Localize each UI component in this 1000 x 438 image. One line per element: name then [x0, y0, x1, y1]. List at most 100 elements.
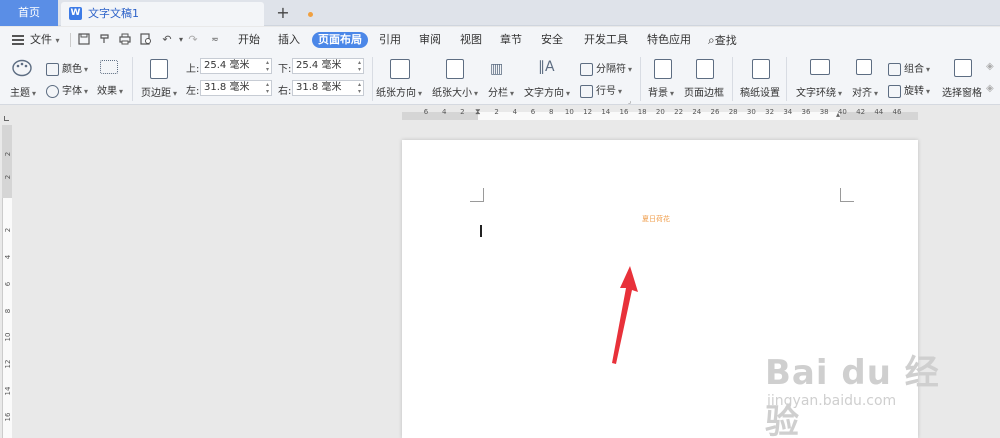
- indent-marker-icon[interactable]: ⧗: [475, 107, 481, 117]
- effect-icon: [100, 60, 118, 74]
- left-margin-field[interactable]: 31.8 毫米 ▴ ▾: [200, 80, 272, 96]
- ruler-tick-label: 38: [819, 108, 829, 116]
- ruler-corner-icon: [4, 116, 9, 121]
- menu-view[interactable]: 视图: [460, 27, 482, 53]
- orientation-button[interactable]: 纸张方向 ▾: [376, 84, 422, 99]
- tab-home[interactable]: 首页: [0, 0, 58, 26]
- menu-developer[interactable]: 开发工具: [584, 27, 628, 53]
- font-button[interactable]: 字体 ▾: [46, 82, 88, 98]
- text-direction-button[interactable]: 文字方向 ▾: [524, 84, 570, 99]
- tab-document-label: 文字文稿1: [88, 7, 139, 20]
- ruler-tick-label: 10: [4, 332, 12, 342]
- left-margin-label: 左:: [186, 86, 200, 97]
- menu-bar: 文件 ▾ ↶ ▾ ↷ ≂ 开始 插入 页面布局 引用 审阅 视图 章节 安全 开…: [0, 27, 1000, 53]
- menu-security[interactable]: 安全: [541, 27, 563, 53]
- line-number-button[interactable]: 行号 ▾: [580, 82, 622, 98]
- ruler-tick-label: 44: [874, 108, 884, 116]
- select-pane-button[interactable]: 选择窗格: [942, 84, 982, 99]
- ruler-tick-label: 2: [4, 151, 12, 157]
- break-icon: [580, 62, 593, 76]
- margin-icon[interactable]: [150, 59, 168, 79]
- customize-toolbar-icon[interactable]: ≂: [208, 33, 222, 47]
- print-preview-icon[interactable]: [139, 33, 153, 47]
- page-border-icon[interactable]: [696, 59, 714, 79]
- theme-button[interactable]: [12, 59, 32, 80]
- more-icon-2[interactable]: ◈: [986, 83, 994, 94]
- format-painter-icon[interactable]: [98, 33, 112, 47]
- bottom-margin-field[interactable]: 25.4 毫米 ▴ ▾: [292, 58, 364, 74]
- paper-size-button[interactable]: 纸张大小 ▾: [432, 84, 478, 99]
- bottom-margin-label: 下:: [278, 64, 292, 75]
- dialog-launcher-icon[interactable]: ⌟: [628, 97, 631, 105]
- orientation-icon[interactable]: [390, 59, 410, 79]
- ruler-tick-label: 10: [564, 108, 574, 116]
- ruler-tick-label: 14: [601, 108, 611, 116]
- menu-icon[interactable]: [12, 35, 24, 45]
- align-icon[interactable]: [856, 59, 872, 75]
- ruler-tick-label: 16: [4, 412, 12, 422]
- ruler-tick-label: 14: [4, 386, 12, 396]
- paper-size-icon[interactable]: [446, 59, 464, 79]
- palette-icon: [12, 59, 32, 77]
- save-icon[interactable]: [77, 33, 91, 47]
- select-pane-icon[interactable]: [954, 59, 972, 77]
- align-button[interactable]: 对齐 ▾: [852, 84, 878, 99]
- undo-icon[interactable]: ↶: [160, 33, 174, 47]
- menu-start[interactable]: 开始: [238, 27, 260, 53]
- grid-paper-button[interactable]: 稿纸设置: [740, 84, 780, 99]
- search-button[interactable]: ⌕查找: [708, 27, 737, 53]
- right-margin-label: 右:: [278, 86, 292, 97]
- menu-chapter[interactable]: 章节: [500, 27, 522, 53]
- top-margin-label: 上:: [186, 64, 200, 75]
- menu-insert[interactable]: 插入: [278, 27, 300, 53]
- ruler-tick-label: 42: [856, 108, 866, 116]
- text-direction-icon[interactable]: ∥A: [538, 59, 555, 75]
- ruler-tick-label: 22: [674, 108, 684, 116]
- ruler-tick-label: 4: [441, 108, 447, 116]
- ruler-tick-label: 8: [4, 308, 12, 314]
- theme-label[interactable]: 主题 ▾: [10, 84, 36, 99]
- background-icon[interactable]: [654, 59, 672, 79]
- font-icon: [46, 84, 59, 98]
- rotate-button[interactable]: 旋转 ▾: [888, 82, 930, 98]
- line-number-icon: [580, 84, 593, 98]
- menu-page-layout[interactable]: 页面布局: [312, 32, 368, 48]
- effect-icon-button[interactable]: [100, 60, 121, 74]
- ruler-tick-label: 30: [746, 108, 756, 116]
- unsaved-dot-icon: [308, 12, 313, 17]
- crop-mark-top-right: [840, 188, 854, 202]
- right-margin-field[interactable]: 31.8 毫米 ▴ ▾: [292, 80, 364, 96]
- redo-icon[interactable]: ↷: [186, 33, 200, 47]
- columns-icon[interactable]: ▥: [490, 61, 503, 77]
- top-margin-field[interactable]: 25.4 毫米 ▴ ▾: [200, 58, 272, 74]
- text-wrap-icon[interactable]: [810, 59, 830, 75]
- baidu-watermark: Bai du 经验 jingyan.baidu.com: [765, 345, 965, 438]
- menu-special-apps[interactable]: 特色应用: [647, 27, 691, 53]
- ruler-tick-label: 6: [423, 108, 429, 116]
- red-arrow-annotation: [612, 266, 638, 364]
- grid-paper-icon[interactable]: [752, 59, 770, 79]
- break-button[interactable]: 分隔符 ▾: [580, 60, 632, 76]
- menu-references[interactable]: 引用: [379, 27, 401, 53]
- background-button[interactable]: 背景 ▾: [648, 84, 674, 99]
- writer-doc-icon: W: [69, 7, 82, 20]
- new-tab-button[interactable]: +: [276, 0, 290, 26]
- rotate-icon: [888, 84, 901, 98]
- color-button[interactable]: 颜色 ▾: [46, 60, 88, 76]
- margin-button[interactable]: 页边距 ▾: [141, 84, 177, 99]
- columns-button[interactable]: 分栏 ▾: [488, 84, 514, 99]
- text-wrap-button[interactable]: 文字环绕 ▾: [796, 84, 842, 99]
- ruler-tick-label: 32: [765, 108, 775, 116]
- print-icon[interactable]: [118, 33, 132, 47]
- ruler-tick-label: 28: [728, 108, 738, 116]
- page-border-button[interactable]: 页面边框: [684, 84, 724, 99]
- ruler-tick-label: 24: [692, 108, 702, 116]
- more-icon[interactable]: ◈: [986, 61, 994, 72]
- group-icon: [888, 62, 901, 76]
- effect-button[interactable]: 效果 ▾: [97, 82, 123, 97]
- menu-review[interactable]: 审阅: [419, 27, 441, 53]
- group-button[interactable]: 组合 ▾: [888, 60, 930, 76]
- file-menu[interactable]: 文件 ▾: [30, 27, 60, 53]
- tab-document[interactable]: W 文字文稿1: [61, 2, 313, 26]
- right-indent-marker-icon[interactable]: ▴: [836, 110, 840, 119]
